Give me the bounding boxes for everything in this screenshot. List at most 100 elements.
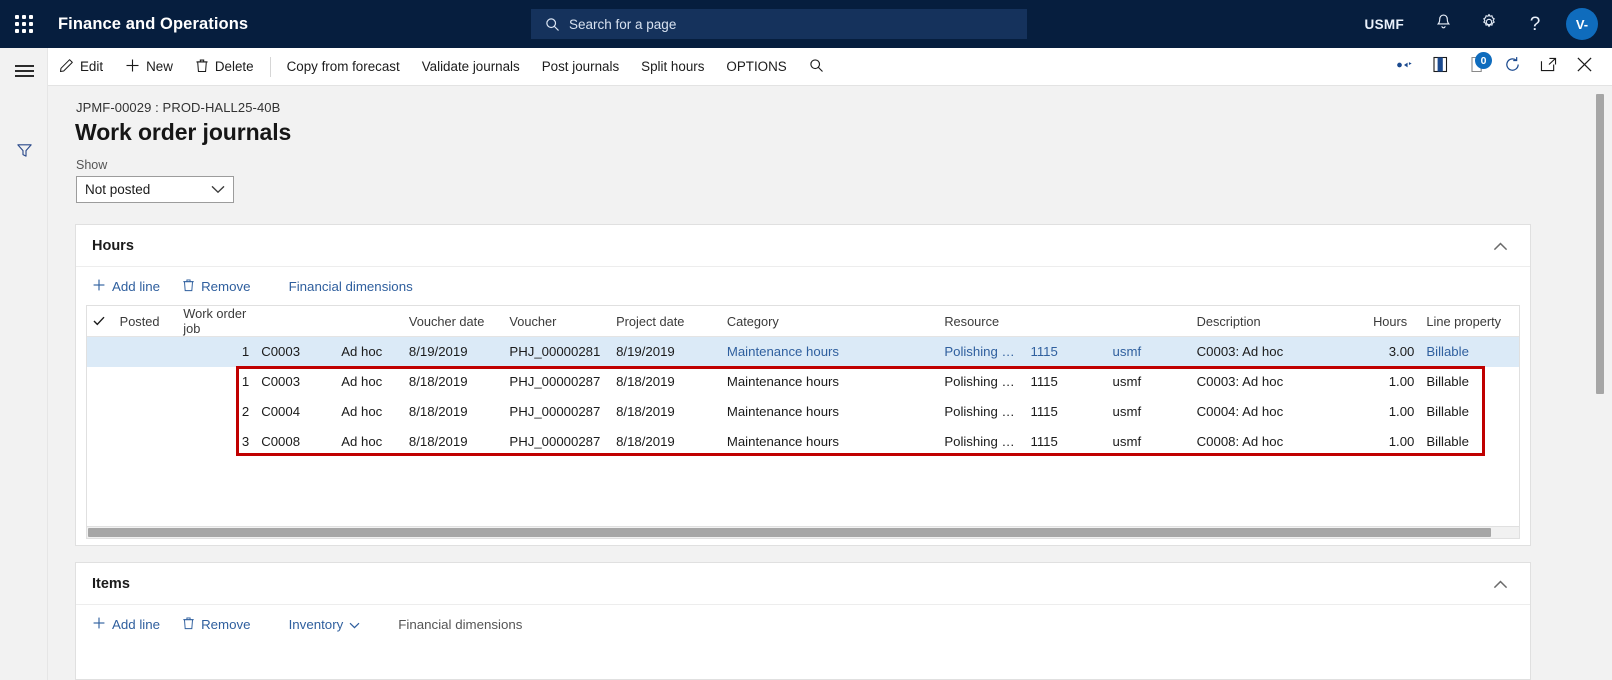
- row-checkbox[interactable]: [87, 427, 114, 457]
- cell-resource[interactable]: Polishing w...: [938, 427, 1024, 457]
- cell-voucher-date[interactable]: 8/19/2019: [402, 336, 504, 367]
- user-avatar[interactable]: V-: [1566, 8, 1598, 40]
- office-attachment-button[interactable]: [1422, 48, 1458, 86]
- cell-category[interactable]: Maintenance hours: [720, 336, 939, 367]
- hours-grid-horizontal-scrollbar[interactable]: [86, 526, 1520, 539]
- column-header-work-order-job[interactable]: Work order job: [177, 306, 256, 337]
- new-button[interactable]: New: [114, 48, 184, 86]
- row-checkbox[interactable]: [87, 367, 114, 397]
- cell-voucher-date[interactable]: 8/18/2019: [403, 397, 504, 427]
- cell-line-property[interactable]: Billable: [1420, 367, 1519, 397]
- hours-remove-button[interactable]: Remove: [172, 271, 261, 301]
- cell-resource-number[interactable]: 1115: [1024, 367, 1106, 397]
- cell-work-order-job[interactable]: C0003: [255, 336, 336, 367]
- cell-resource-number[interactable]: 1115: [1024, 336, 1107, 367]
- refresh-button[interactable]: [1494, 48, 1530, 86]
- split-hours-button[interactable]: Split hours: [630, 48, 715, 86]
- show-filter-dropdown[interactable]: Not posted: [76, 176, 234, 203]
- cell-hours[interactable]: 3.00: [1367, 336, 1421, 367]
- cell-work-order-job[interactable]: C0008: [255, 427, 335, 457]
- cell-resource[interactable]: Polishing w...: [938, 367, 1024, 397]
- company-selector[interactable]: USMF: [1349, 17, 1420, 32]
- scrollbar-thumb[interactable]: [1596, 94, 1604, 394]
- cell-resource-number[interactable]: 1115: [1024, 397, 1106, 427]
- cell-resource[interactable]: Polishing w...: [938, 397, 1024, 427]
- cell-work-order-job[interactable]: C0003: [255, 367, 335, 397]
- chevron-up-icon[interactable]: [1487, 572, 1514, 596]
- copy-from-forecast-button[interactable]: Copy from forecast: [276, 48, 411, 86]
- help-button[interactable]: ?: [1512, 0, 1558, 48]
- cell-description[interactable]: C0003: Ad hoc: [1190, 336, 1368, 367]
- cell-description[interactable]: C0008: Ad hoc: [1191, 427, 1367, 457]
- cell-legal-entity[interactable]: usmf: [1107, 427, 1191, 457]
- cell-resource-number[interactable]: 1115: [1024, 427, 1106, 457]
- cell-legal-entity[interactable]: usmf: [1107, 367, 1191, 397]
- column-header-description[interactable]: Description: [1190, 306, 1368, 337]
- post-journals-button[interactable]: Post journals: [531, 48, 630, 86]
- cell-project-date[interactable]: 8/18/2019: [610, 427, 721, 457]
- notifications-button[interactable]: [1420, 0, 1466, 48]
- cell-hours[interactable]: 1.00: [1367, 397, 1420, 427]
- row-checkbox[interactable]: [87, 397, 114, 427]
- cell-category[interactable]: Maintenance hours: [721, 367, 938, 397]
- cell-legal-entity[interactable]: usmf: [1106, 336, 1191, 367]
- column-header-select-all[interactable]: [87, 306, 114, 337]
- cell-voucher-date[interactable]: 8/18/2019: [403, 427, 504, 457]
- table-row[interactable]: 2 C0004 Ad hoc 8/18/2019 PHJ_00000287 8/…: [87, 397, 1519, 427]
- column-header-voucher[interactable]: Voucher: [503, 306, 611, 337]
- cell-project-date[interactable]: 8/18/2019: [610, 397, 721, 427]
- open-in-new-window-button[interactable]: [1530, 48, 1566, 86]
- items-fasttab-header[interactable]: Items: [76, 563, 1530, 605]
- table-row[interactable]: 1 C0003 Ad hoc 8/19/2019 PHJ_00000281 8/…: [87, 336, 1519, 367]
- column-header-resource[interactable]: Resource: [938, 306, 1025, 337]
- cell-legal-entity[interactable]: usmf: [1107, 397, 1191, 427]
- cell-resource[interactable]: Polishing w...: [938, 336, 1025, 367]
- global-search-box[interactable]: Search for a page: [531, 9, 1027, 39]
- settings-button[interactable]: [1466, 0, 1512, 48]
- cell-voucher-date[interactable]: 8/18/2019: [403, 367, 504, 397]
- cell-voucher[interactable]: PHJ_00000287: [503, 367, 610, 397]
- cell-line-property[interactable]: Billable: [1420, 397, 1519, 427]
- column-header-project-date[interactable]: Project date: [610, 306, 721, 337]
- cell-line-property[interactable]: Billable: [1420, 427, 1519, 457]
- column-header-hours[interactable]: Hours: [1367, 306, 1421, 337]
- items-inventory-menu-button[interactable]: Inventory: [279, 609, 371, 639]
- hours-financial-dimensions-button[interactable]: Financial dimensions: [279, 271, 423, 301]
- cell-work-order-job[interactable]: C0004: [255, 397, 335, 427]
- cell-hours[interactable]: 1.00: [1367, 427, 1420, 457]
- validate-journals-button[interactable]: Validate journals: [411, 48, 531, 86]
- command-search-button[interactable]: [798, 48, 835, 86]
- app-launcher-button[interactable]: [0, 0, 48, 48]
- cell-description[interactable]: C0004: Ad hoc: [1191, 397, 1367, 427]
- edit-button[interactable]: Edit: [48, 48, 114, 86]
- column-header-line-property[interactable]: Line property: [1420, 306, 1519, 337]
- items-financial-dimensions-button[interactable]: Financial dimensions: [388, 609, 532, 639]
- items-add-line-button[interactable]: Add line: [82, 609, 170, 639]
- personalize-button[interactable]: [1386, 48, 1422, 86]
- cell-voucher[interactable]: PHJ_00000287: [503, 397, 610, 427]
- filter-pane-button[interactable]: [0, 130, 48, 176]
- cell-project-date[interactable]: 8/18/2019: [610, 367, 721, 397]
- scrollbar-thumb[interactable]: [88, 528, 1492, 537]
- cell-voucher[interactable]: PHJ_00000281: [503, 336, 611, 367]
- cell-line-property[interactable]: Billable: [1420, 336, 1519, 367]
- cell-project-date[interactable]: 8/19/2019: [610, 336, 721, 367]
- cell-voucher[interactable]: PHJ_00000287: [503, 427, 610, 457]
- column-header-category[interactable]: Category: [720, 306, 939, 337]
- column-header-posted[interactable]: Posted: [113, 306, 178, 337]
- row-checkbox[interactable]: [87, 336, 114, 367]
- column-header-voucher-date[interactable]: Voucher date: [402, 306, 504, 337]
- options-tab-button[interactable]: OPTIONS: [715, 48, 797, 86]
- chevron-up-icon[interactable]: [1487, 234, 1514, 258]
- page-vertical-scrollbar[interactable]: [1594, 94, 1606, 672]
- cell-category[interactable]: Maintenance hours: [721, 427, 938, 457]
- cell-hours[interactable]: 1.00: [1367, 367, 1420, 397]
- navigation-menu-button[interactable]: [0, 48, 48, 94]
- items-remove-button[interactable]: Remove: [172, 609, 261, 639]
- close-page-button[interactable]: [1566, 48, 1602, 86]
- table-row[interactable]: 1 C0003 Ad hoc 8/18/2019 PHJ_00000287 8/…: [87, 367, 1519, 397]
- cell-description[interactable]: C0003: Ad hoc: [1191, 367, 1367, 397]
- delete-button[interactable]: Delete: [184, 48, 265, 86]
- attachments-button[interactable]: 0: [1458, 48, 1494, 86]
- table-row[interactable]: 3 C0008 Ad hoc 8/18/2019 PHJ_00000287 8/…: [87, 427, 1519, 457]
